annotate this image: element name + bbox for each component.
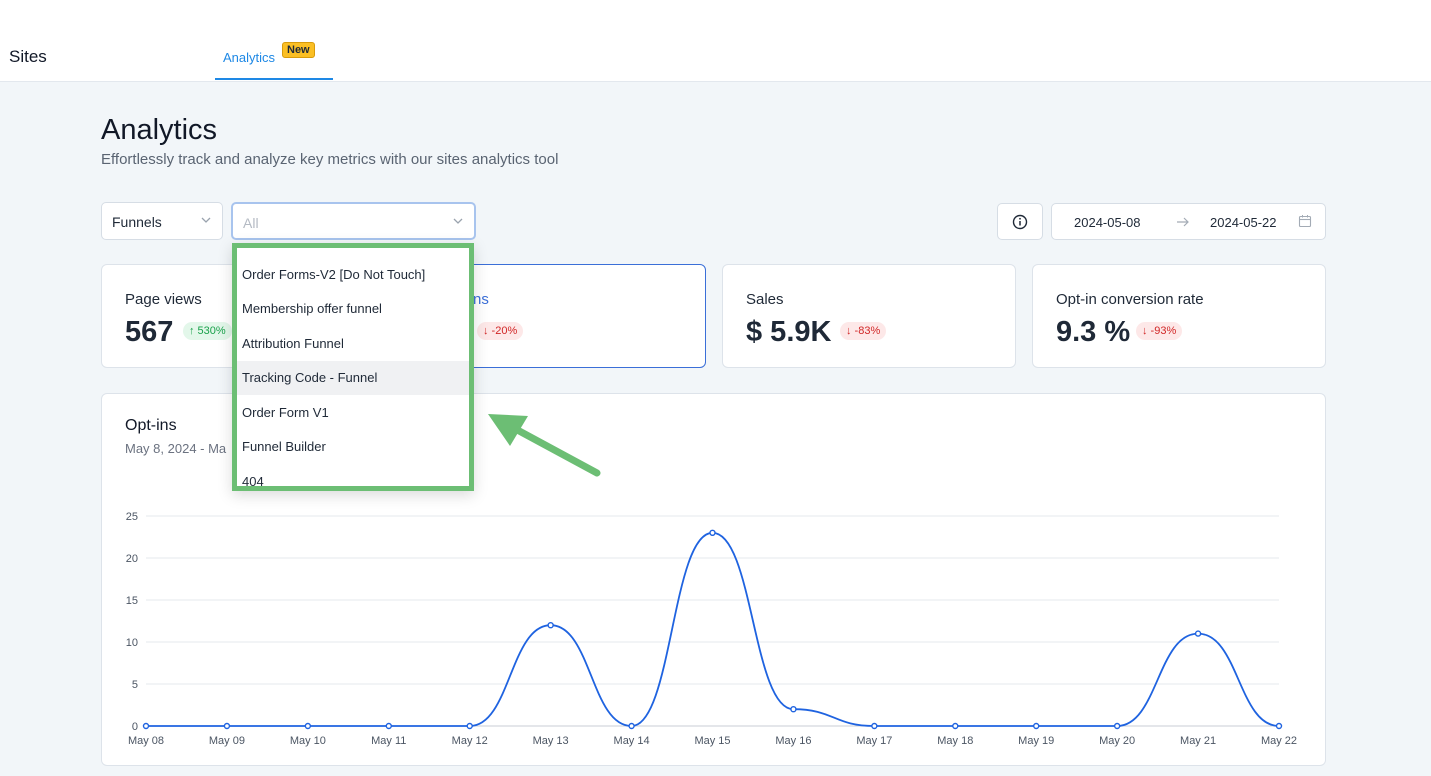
new-badge: New [282,42,315,58]
change-badge: ↓ -83% [840,322,887,340]
data-point[interactable] [223,722,231,730]
data-point[interactable] [466,722,473,730]
dropdown-option[interactable]: Membership offer funnel [237,292,469,326]
data-point[interactable] [952,722,959,730]
annotation-arrow [488,414,601,477]
x-tick-label: May 18 [937,735,973,747]
y-tick-label: 25 [126,511,138,523]
funnel-select-placeholder: All [243,215,259,231]
metric-value: 567 [125,316,174,348]
x-tick-label: May 12 [452,735,488,747]
metric-label: Opt-in conversion rate [1056,291,1204,308]
change-badge: ↓ -93% [1136,322,1183,340]
x-tick-label: May 10 [290,735,326,747]
data-point[interactable] [142,722,150,730]
metric-card-conversion-rate[interactable]: Opt-in conversion rate 9.3 % ↓ -93% [1032,264,1326,368]
date-end[interactable]: 2024-05-22 [1210,215,1277,230]
data-point[interactable] [1113,722,1121,730]
type-select-value: Funnels [112,214,162,230]
type-select[interactable]: Funnels [101,202,223,240]
x-tick-label: May 16 [775,735,811,747]
x-tick-label: May 09 [209,735,245,747]
y-tick-label: 0 [132,721,138,733]
metric-card-opt-ins[interactable]: ns ↓ -20% [460,264,706,368]
dropdown-option[interactable]: Order Form V1 [237,396,469,430]
page-subtitle: Effortlessly track and analyze key metri… [101,151,559,168]
brand-title: Sites [9,47,47,66]
arrow-right-icon [1177,217,1189,227]
data-point[interactable] [871,722,878,730]
chevron-down-icon [201,217,211,223]
metric-card-sales[interactable]: Sales $ 5.9K ↓ -83% [722,264,1016,368]
data-point[interactable] [790,706,797,713]
change-badge: ↑ 530% [183,322,232,340]
data-point[interactable] [1033,722,1040,730]
data-point[interactable] [709,529,716,537]
data-point[interactable] [628,722,635,730]
dropdown-option[interactable]: Attribution Funnel [237,327,469,361]
data-point[interactable] [1275,722,1283,730]
series-line [146,531,1280,727]
tab-analytics-label: Analytics [223,50,276,65]
x-tick-label: May 22 [1261,735,1297,747]
metric-label: Sales [746,291,784,308]
dropdown-option[interactable]: 404 [237,465,469,486]
data-point[interactable] [385,722,392,730]
x-tick-label: May 21 [1180,735,1216,747]
tab-analytics[interactable]: Analytics New [215,40,333,80]
x-tick-label: May 17 [856,735,892,747]
info-button[interactable] [997,203,1043,240]
date-range-picker[interactable]: 2024-05-08 2024-05-22 [1051,203,1326,240]
x-tick-label: May 20 [1099,735,1135,747]
dropdown-option[interactable]: Funnel Builder [237,430,469,464]
metric-value: 9.3 % [1056,316,1131,348]
chevron-down-icon [453,218,463,224]
x-tick-label: May 08 [128,735,164,747]
page-title: Analytics [101,114,218,146]
dropdown-option[interactable]: Order Forms-V2 [Do Not Touch] [237,258,469,292]
x-tick-label: May 15 [694,735,730,747]
dropdown-option-highlighted[interactable]: Tracking Code - Funnel [237,361,469,395]
y-tick-label: 20 [126,553,138,565]
metric-value: $ 5.9K [746,316,832,348]
funnel-select[interactable]: All [231,202,476,240]
funnel-dropdown-menu: Order Forms-V2 [Do Not Touch] Membership… [232,243,474,491]
calendar-icon [1298,215,1312,228]
data-point[interactable] [304,722,312,730]
x-tick-label: May 14 [614,735,650,747]
y-tick-label: 5 [132,679,138,691]
date-start[interactable]: 2024-05-08 [1074,215,1141,230]
top-nav: Sites Analytics New [0,0,1431,82]
data-point[interactable] [1194,630,1202,637]
x-tick-label: May 13 [533,735,569,747]
info-icon [1012,214,1028,230]
y-tick-label: 15 [126,595,138,607]
change-badge: ↓ -20% [477,322,524,340]
x-tick-label: May 19 [1018,735,1054,747]
metric-label: Page views [125,291,202,308]
data-point[interactable] [547,621,554,629]
y-tick-label: 10 [126,637,138,649]
metric-label: ns [473,291,489,308]
x-tick-label: May 11 [371,735,406,747]
